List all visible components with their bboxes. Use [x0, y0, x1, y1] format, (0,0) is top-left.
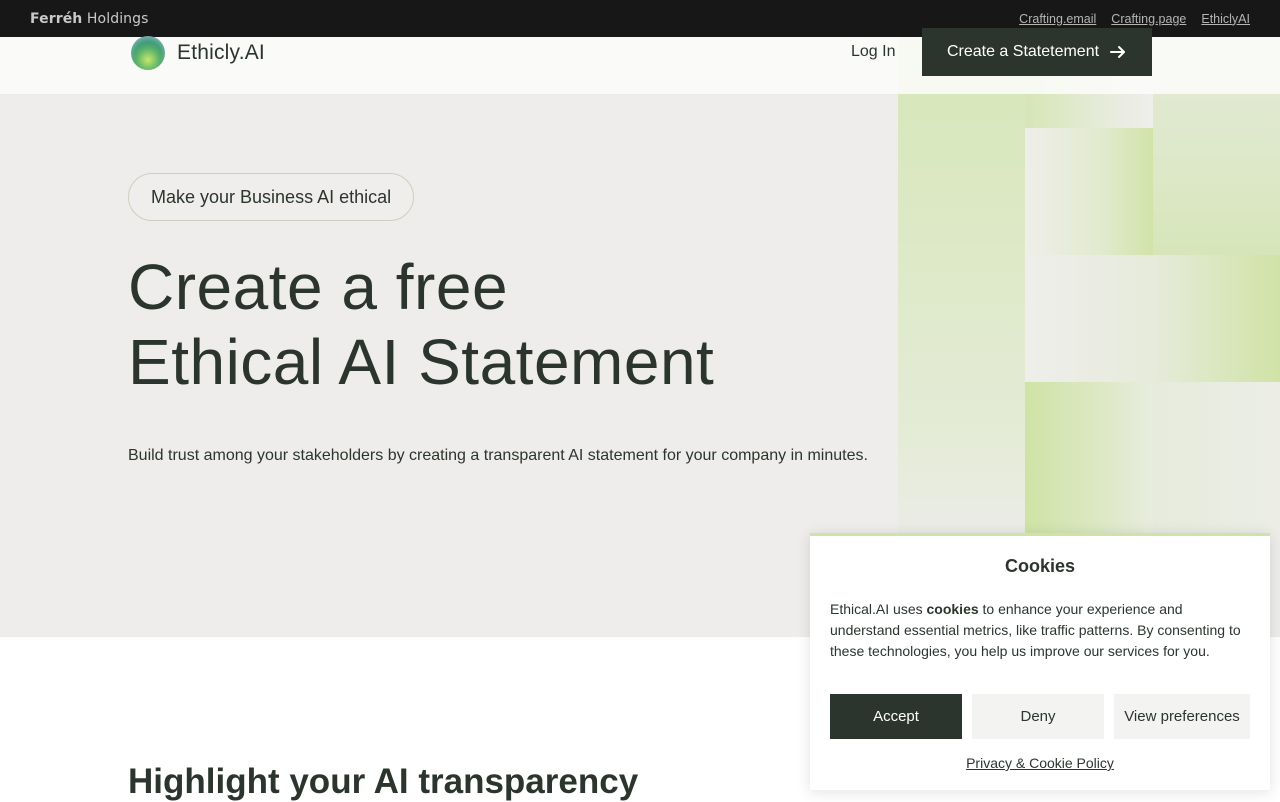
create-statement-label: Create a Statetement [946, 43, 1100, 60]
cookie-deny-button[interactable]: Deny [972, 694, 1104, 739]
section-title: Highlight your AI transparency [128, 762, 639, 801]
link-ethiclyai[interactable]: EthiclyAI [1201, 12, 1250, 26]
logo-orb-icon [131, 36, 165, 70]
decorative-tile [1025, 128, 1153, 255]
holdings-links: Crafting.email Crafting.page EthiclyAI [1019, 12, 1250, 26]
cookie-preferences-button[interactable]: View preferences [1114, 694, 1250, 739]
logo-text: Ethicly.AI [177, 41, 265, 64]
decorative-tile [898, 37, 1025, 533]
hero-tag-pill: Make your Business AI ethical [128, 173, 415, 221]
holdings-brand[interactable]: Ferréh Holdings [30, 11, 149, 27]
decorative-tile [1153, 382, 1280, 533]
create-statement-button[interactable]: Create a Statetement [922, 28, 1152, 76]
hero-subtext: Build trust among your stakeholders by c… [128, 447, 868, 464]
privacy-policy-link[interactable]: Privacy & Cookie Policy [810, 755, 1270, 771]
decorative-tile [1025, 255, 1280, 382]
cookie-accept-button[interactable]: Accept [830, 694, 962, 739]
cookie-banner: Cookies Ethical.AI uses cookies to enhan… [810, 533, 1270, 790]
cookie-description: Ethical.AI uses cookies to enhance your … [830, 601, 1241, 659]
link-crafting-page[interactable]: Crafting.page [1111, 12, 1186, 26]
hero-headline: Create a free Ethical AI Statement [128, 250, 714, 400]
login-link[interactable]: Log In [851, 43, 895, 61]
arrow-right-icon [1110, 46, 1126, 58]
headline-line-2: Ethical AI Statement [128, 326, 715, 398]
cookie-title: Cookies [1004, 556, 1076, 576]
link-crafting-email[interactable]: Crafting.email [1019, 12, 1096, 26]
site-logo[interactable]: Ethicly.AI [131, 36, 265, 70]
headline-line-1: Create a free [128, 251, 509, 323]
decorative-tile [1025, 382, 1153, 533]
